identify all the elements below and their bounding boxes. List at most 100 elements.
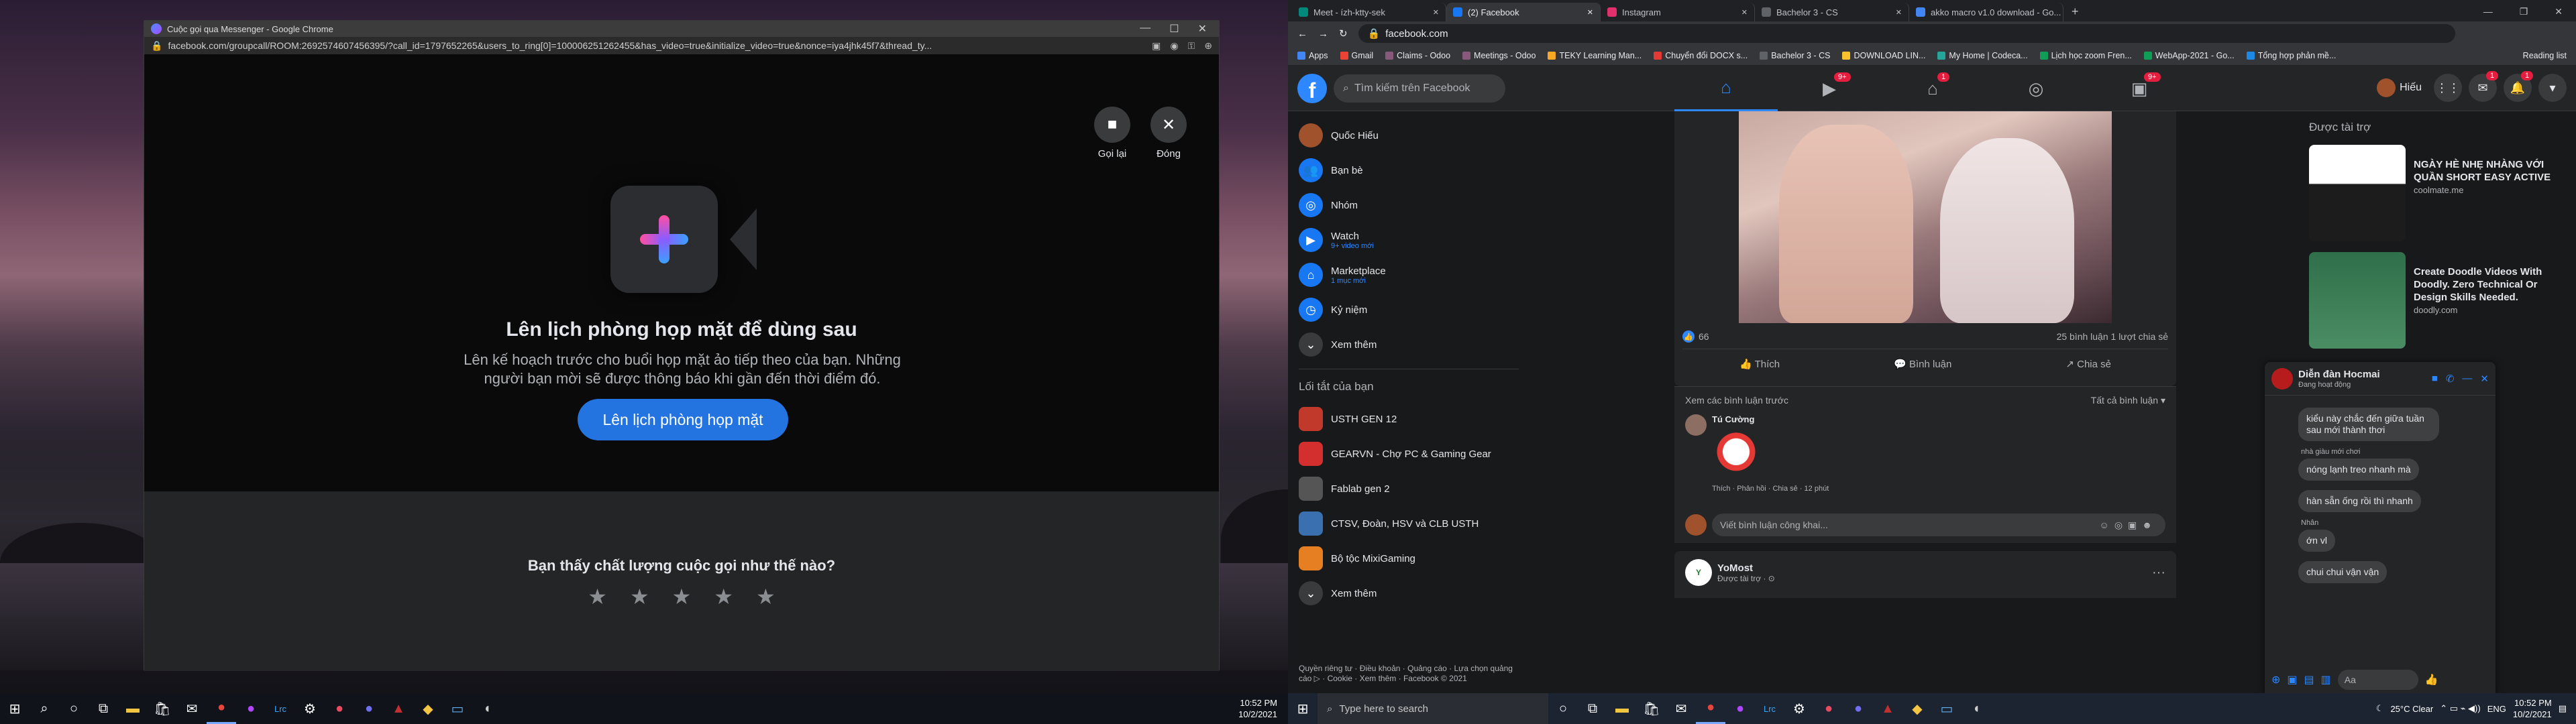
shortcut-item[interactable]: USTH GEN 12: [1293, 402, 1524, 436]
sticker-icon[interactable]: ▤: [2304, 673, 2314, 686]
bookmark[interactable]: Meetings - Odoo: [1462, 51, 1536, 60]
star-icon[interactable]: ★: [756, 584, 775, 609]
taskbar-clock[interactable]: 10:52 PM 10/2/2021: [1238, 697, 1288, 720]
sidebar-item-profile[interactable]: Quốc Hiếu: [1293, 118, 1524, 153]
weather-icon[interactable]: ☾: [2376, 703, 2384, 714]
app-icon[interactable]: ◖: [1962, 693, 1991, 724]
comment-actions[interactable]: Thích · Phản hồi · Chia sẻ · 12 phút: [1712, 485, 1829, 493]
footer-links[interactable]: Quyền riêng tư · Điều khoản · Quảng cáo …: [1299, 664, 1527, 684]
app-icon[interactable]: ●: [1814, 693, 1843, 724]
sidebar-item-watch[interactable]: ▶ Watch 9+ video mới: [1293, 223, 1524, 257]
share-button[interactable]: ↗ Chia sẻ: [2065, 358, 2111, 370]
address-bar[interactable]: 🔒 facebook.com/groupcall/ROOM:2692574607…: [144, 37, 1219, 54]
thumbs-up-icon[interactable]: 👍: [2425, 673, 2438, 686]
marketplace-icon[interactable]: ⌂ 1: [1881, 66, 1984, 111]
close-window-button[interactable]: ✕: [1198, 22, 1207, 36]
sponsored-ad[interactable]: Create Doodle Videos With Doodly. Zero T…: [2294, 248, 2576, 355]
language[interactable]: ENG: [2487, 704, 2506, 714]
notifications-icon[interactable]: 🔔 1: [2504, 71, 2534, 102]
sidebar-item-groups[interactable]: ◎ Nhóm: [1293, 188, 1524, 223]
app-icon[interactable]: ◖: [472, 693, 502, 724]
settings-icon[interactable]: ⚙: [295, 693, 325, 724]
message-bubble[interactable]: nóng lạnh treo nhanh mà: [2298, 459, 2419, 481]
minimize-button[interactable]: —: [2483, 6, 2493, 17]
gaming-icon[interactable]: ▣ 9+: [2088, 66, 2191, 111]
minimize-chat-icon[interactable]: —: [2462, 373, 2472, 385]
add-icon[interactable]: ⊕: [2271, 673, 2280, 686]
shortcut-item[interactable]: Bộ tộc MixiGaming: [1293, 541, 1524, 576]
shortcut-see-more[interactable]: ⌄ Xem thêm: [1293, 576, 1524, 611]
back-icon[interactable]: ←: [1297, 28, 1307, 40]
image-icon[interactable]: ▣: [2287, 673, 2297, 686]
url-field[interactable]: 🔒 facebook.com: [1358, 24, 2455, 43]
bookmark[interactable]: Gmail: [1340, 51, 1373, 60]
taskbar-clock[interactable]: 10:52 PM 10/2/2021: [2513, 697, 2552, 720]
mail-icon[interactable]: ✉: [177, 693, 207, 724]
bookmark[interactable]: Apps: [1297, 51, 1328, 60]
task-view-icon[interactable]: ⧉: [89, 693, 118, 724]
reaction-count[interactable]: 66: [1699, 331, 1709, 342]
account-dropdown-icon[interactable]: ▾: [2538, 74, 2567, 102]
lightroom-icon[interactable]: Lrc: [1755, 693, 1784, 724]
app-icon[interactable]: ●: [325, 693, 354, 724]
chrome-icon[interactable]: ●: [207, 693, 236, 724]
video-call-icon[interactable]: ■: [2432, 373, 2438, 385]
shortcut-item[interactable]: GEARVN - Chợ PC & Gaming Gear: [1293, 436, 1524, 471]
schedule-room-button[interactable]: Lên lịch phòng họp mặt: [578, 399, 788, 440]
close-call-button[interactable]: ✕ Đóng: [1150, 107, 1187, 160]
post-author[interactable]: YoMost: [1717, 562, 1775, 574]
tab[interactable]: Bachelor 3 - CS ✕: [1755, 3, 1909, 21]
app-icon[interactable]: ▭: [443, 693, 472, 724]
messenger-app-icon[interactable]: ●: [1725, 693, 1755, 724]
sidebar-item-marketplace[interactable]: ⌂ Marketplace 1 mục mới: [1293, 257, 1524, 292]
facebook-search[interactable]: ⌕ Tìm kiếm trên Facebook: [1334, 74, 1505, 103]
settings-icon[interactable]: ⚙: [1784, 693, 1814, 724]
file-explorer-icon[interactable]: ▬: [118, 693, 148, 724]
chrome-icon[interactable]: ●: [1696, 693, 1725, 724]
task-view-icon[interactable]: ⧉: [1578, 693, 1607, 724]
star-icon[interactable]: ★: [714, 584, 733, 609]
sidebar-item-memories[interactable]: ◷ Kỷ niệm: [1293, 292, 1524, 327]
gif-icon[interactable]: ▥: [2321, 673, 2331, 686]
maximize-button[interactable]: ☐: [1169, 22, 1179, 36]
tab-facebook[interactable]: (2) Facebook ✕: [1446, 3, 1601, 21]
message-bubble[interactable]: ớn vl: [2298, 530, 2335, 552]
star-icon[interactable]: ★: [588, 584, 607, 609]
more-icon[interactable]: ···: [2152, 565, 2165, 581]
mail-icon[interactable]: ✉: [1666, 693, 1696, 724]
shortcut-item[interactable]: Fablab gen 2: [1293, 471, 1524, 506]
comment-button[interactable]: 💬 Bình luận: [1894, 358, 1951, 370]
commenter-name[interactable]: Tú Cường: [1712, 414, 1829, 424]
emoji-icon[interactable]: ☺◎▣☻: [2100, 520, 2165, 531]
app-icon[interactable]: ◆: [1902, 693, 1932, 724]
close-tab-icon[interactable]: ✕: [1433, 8, 1439, 17]
view-previous-comments[interactable]: Xem các bình luận trước: [1685, 395, 1788, 406]
tab[interactable]: Instagram ✕: [1601, 3, 1755, 21]
windows-start-icon[interactable]: ⊞: [0, 693, 30, 724]
app-icon[interactable]: ▭: [1932, 693, 1962, 724]
tab[interactable]: akko macro v1.0 download - Go...✕: [1909, 3, 2063, 21]
groups-icon[interactable]: ◎: [1984, 66, 2088, 111]
message-bubble[interactable]: kiểu này chắc đến giữa tuần sau mới thàn…: [2298, 408, 2439, 441]
close-window-button[interactable]: ✕: [2555, 6, 2563, 17]
watch-icon[interactable]: ▶ 9+: [1778, 66, 1881, 111]
cortana-icon[interactable]: ○: [59, 693, 89, 724]
notification-center-icon[interactable]: ▤: [2559, 703, 2567, 714]
cortana-icon[interactable]: ○: [1548, 693, 1578, 724]
tray-icons[interactable]: ⌃ ▭ ⌁ ◀)): [2440, 703, 2481, 714]
facebook-logo-icon[interactable]: f: [1297, 73, 1327, 103]
taskbar-search[interactable]: ⌕ Type here to search: [1318, 693, 1548, 724]
store-icon[interactable]: 🛍: [148, 693, 177, 724]
bookmark[interactable]: TEKY Learning Man...: [1548, 51, 1642, 60]
minimize-button[interactable]: —: [1140, 22, 1150, 36]
lightroom-icon[interactable]: Lrc: [266, 693, 295, 724]
close-chat-icon[interactable]: ✕: [2480, 373, 2489, 385]
comment-input[interactable]: Viết bình luận công khai... ☺◎▣☻: [1712, 514, 2165, 536]
close-tab-icon[interactable]: ✕: [1741, 8, 1748, 17]
close-tab-icon[interactable]: ✕: [1896, 8, 1902, 17]
comment-share-count[interactable]: 25 bình luận 1 lượt chia sẻ: [2057, 331, 2168, 342]
app-icon[interactable]: ▲: [1873, 693, 1902, 724]
bookmark[interactable]: Chuyển đổi DOCX s...: [1654, 51, 1748, 60]
bookmark[interactable]: DOWNLOAD LIN...: [1842, 51, 1925, 60]
camera-icon[interactable]: ▣: [1152, 40, 1161, 52]
